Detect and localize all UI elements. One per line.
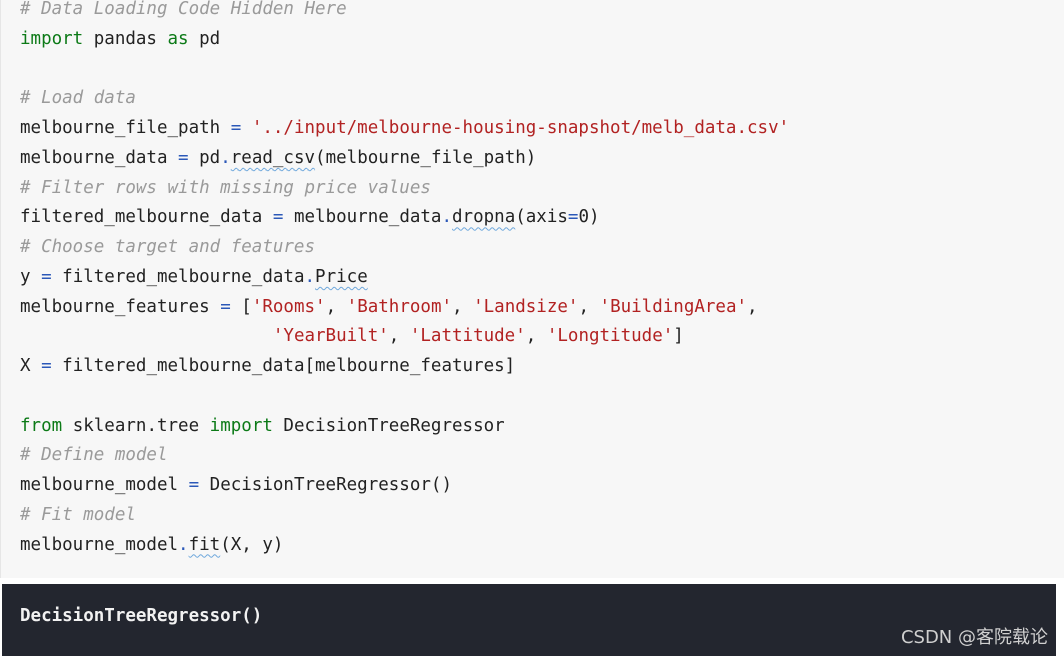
code-token-comment: # Fit model: [20, 504, 136, 525]
code-token-comment: # Load data: [20, 88, 136, 109]
code-token-plain: pd: [188, 147, 221, 168]
code-token-string: 'Lattitude': [409, 326, 526, 347]
code-line: # Data Loading Code Hidden Here: [20, 0, 789, 25]
code-line: # Load data: [20, 84, 789, 114]
code-line: # Fit model: [20, 501, 789, 531]
code-line: X = filtered_melbourne_data[melbourne_fe…: [20, 352, 789, 382]
code-token-comment: # Choose target and features: [20, 237, 316, 257]
code-token-op: .: [441, 207, 453, 228]
code-token-plain: dropna: [452, 207, 516, 228]
code-token-op: .: [220, 147, 231, 168]
code-token-plain: [: [230, 296, 252, 317]
code-line: # Filter rows with missing price values: [20, 174, 789, 204]
code-token-op: =: [230, 118, 242, 138]
code-token-plain: melbourne_model: [20, 534, 179, 555]
code-token-plain: DecisionTreeRegressor: [272, 415, 505, 436]
code-token-plain: ,: [578, 296, 600, 317]
code-token-plain: ,: [452, 296, 474, 317]
code-line: # Define model: [20, 441, 789, 471]
code-token-plain: ,: [325, 296, 347, 317]
code-token-plain: (melbourne_file_path): [315, 147, 537, 168]
code-token-plain: DecisionTreeRegressor(): [199, 475, 452, 495]
code-token-op: =: [220, 296, 231, 317]
code-token-op: =: [41, 266, 52, 287]
code-token-plain: melbourne_data: [283, 207, 442, 228]
code-token-plain: ]: [673, 326, 684, 347]
code-line: filtered_melbourne_data = melbourne_data…: [20, 203, 789, 233]
code-token-plain: melbourne_file_path: [20, 118, 231, 138]
code-line: 'YearBuilt', 'Lattitude', 'Longtitude']: [20, 322, 789, 352]
code-token-plain: read_csv: [230, 147, 316, 168]
code-token-keyword: as: [167, 28, 189, 49]
code-token-op: =: [272, 207, 284, 228]
code-token-plain: sklearn.tree: [62, 415, 210, 436]
notebook-page: # Data Loading Code Hidden Here import pa…: [0, 0, 1064, 656]
code-token-string: 'Bathroom': [346, 296, 453, 317]
code-token-plain: pd: [188, 28, 221, 49]
code-token-string: 'YearBuilt': [272, 326, 389, 347]
code-line: # Choose target and features: [20, 233, 789, 263]
code-line: melbourne_file_path = '../input/melbourn…: [20, 114, 789, 144]
code-token-plain: (axis: [515, 207, 568, 228]
code-token-plain: Price: [315, 266, 368, 287]
code-token-plain: melbourne_data: [20, 147, 179, 168]
code-token-keyword: import: [20, 28, 84, 49]
code-token-op: =: [178, 147, 189, 168]
code-token-comment: # Define model: [20, 445, 168, 466]
code-line: melbourne_model = DecisionTreeRegressor(…: [20, 471, 789, 501]
code-token-plain: filtered_melbourne_data: [20, 207, 273, 228]
code-token-plain: fit: [188, 534, 221, 555]
code-token-plain: y: [20, 266, 42, 287]
code-token-plain: ,: [525, 326, 547, 347]
code-token-keyword: import: [209, 415, 273, 436]
code-token-op: =: [41, 356, 52, 376]
code-token-comment: # Data Loading Code Hidden Here: [20, 0, 347, 19]
code-line: melbourne_features = ['Rooms', 'Bathroom…: [20, 293, 789, 323]
code-token-plain: ,: [388, 326, 410, 347]
code-token-plain: X: [20, 356, 42, 376]
code-cell[interactable]: # Data Loading Code Hidden Here import pa…: [0, 0, 1064, 578]
code-token-plain: ,: [747, 296, 758, 317]
code-token-plain: (X, y): [220, 534, 284, 555]
code-token-string: 'Rooms': [251, 296, 326, 317]
code-token-string: 'Longtitude': [546, 326, 674, 347]
output-text: DecisionTreeRegressor(): [20, 606, 263, 626]
csdn-watermark: CSDN @客院载论: [900, 627, 1048, 648]
code-token-op: .: [178, 534, 189, 555]
code-token-keyword: from: [20, 415, 63, 436]
code-token-plain: filtered_melbourne_data[melbourne_featur…: [51, 356, 516, 376]
code-line: melbourne_model.fit(X, y): [20, 531, 789, 561]
code-token-plain: melbourne_model: [20, 475, 189, 495]
code-token-plain: melbourne_features: [20, 296, 221, 317]
code-token-op: .: [304, 266, 316, 287]
code-token-string: 'BuildingArea': [599, 296, 748, 317]
code-line: y = filtered_melbourne_data.Price: [20, 263, 789, 293]
code-token-plain: filtered_melbourne_data: [51, 266, 305, 287]
code-token-plain: 0): [578, 207, 600, 228]
code-token-plain: pandas: [83, 28, 168, 49]
output-cell: DecisionTreeRegressor(): [2, 584, 1056, 656]
code-token-op: =: [567, 207, 579, 228]
code-token-comment: # Filter rows with missing price values: [20, 177, 431, 198]
code-token-string: '../input/melbourne-housing-snapshot/mel…: [251, 118, 790, 138]
code-token-op: =: [188, 475, 200, 495]
code-line: melbourne_data = pd.read_csv(melbourne_f…: [20, 144, 789, 174]
code-line: import pandas as pd: [20, 25, 789, 55]
code-line: from sklearn.tree import DecisionTreeReg…: [20, 412, 789, 442]
code-token-string: 'Landsize': [473, 296, 579, 317]
code-lines: # Data Loading Code Hidden Here import pa…: [20, 0, 789, 560]
